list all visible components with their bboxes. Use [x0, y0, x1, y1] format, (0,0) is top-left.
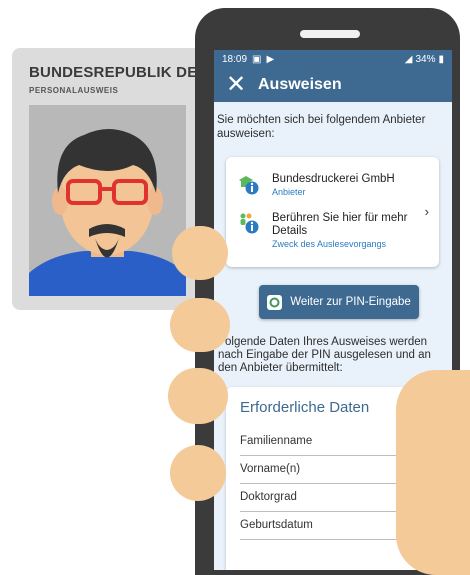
- person-portrait-icon: [29, 105, 186, 296]
- provider-card[interactable]: Bundesdruckerei GmbH Anbieter Berühren S…: [226, 157, 439, 267]
- page-title: Ausweisen: [258, 76, 342, 93]
- purpose-link[interactable]: Zweck des Auslesevorgangs: [272, 238, 422, 250]
- status-bar: 18:09 ▣ ▶ ◢ 34% ▮: [214, 50, 452, 68]
- provider-name: Bundesdruckerei GmbH: [272, 173, 395, 185]
- pin-icon: [267, 294, 283, 310]
- provider-info-icon: [239, 176, 259, 195]
- pin-entry-button[interactable]: Weiter zur PIN-Eingabe: [259, 285, 419, 319]
- id-card-doc-type: PERSONALAUSWEIS: [29, 86, 119, 95]
- status-battery: 34%: [415, 53, 436, 65]
- pin-button-label: Weiter zur PIN-Eingabe: [290, 296, 411, 308]
- image-notification-icon: ▣: [252, 53, 262, 65]
- provider-role: Anbieter: [272, 187, 306, 197]
- chevron-right-icon: ›: [424, 204, 429, 219]
- details-text: Berühren Sie hier für mehr Details: [272, 212, 408, 237]
- intro-text: Sie möchten sich bei folgendem Anbieter …: [217, 114, 426, 140]
- play-notification-icon: ▶: [266, 53, 275, 65]
- finger-1: [172, 226, 228, 280]
- app-bar: ✕ Ausweisen: [214, 68, 452, 102]
- finger-2: [170, 298, 230, 352]
- id-card-photo: [29, 105, 186, 296]
- required-data-title: Erforderliche Daten: [240, 399, 370, 416]
- battery-icon: ▮: [438, 53, 444, 65]
- people-info-icon: [240, 213, 259, 234]
- signal-icon: ◢: [404, 53, 413, 65]
- status-time: 18:09: [222, 53, 248, 65]
- thumb: [396, 370, 470, 575]
- details-row[interactable]: Berühren Sie hier für mehr Details Zweck…: [238, 212, 422, 250]
- phone-speaker: [300, 30, 360, 38]
- provider-row: Bundesdruckerei GmbH Anbieter: [238, 173, 395, 198]
- finger-3: [168, 368, 228, 424]
- close-icon[interactable]: ✕: [224, 73, 248, 97]
- finger-4: [170, 445, 226, 501]
- data-note: Folgende Daten Ihres Ausweises werden na…: [218, 336, 431, 374]
